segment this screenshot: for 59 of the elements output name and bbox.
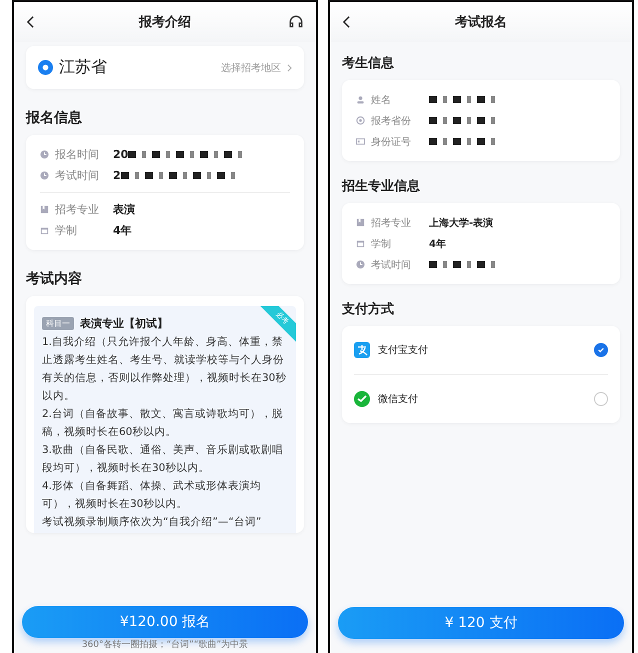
section-title: 招生专业信息 (342, 178, 421, 195)
calendar-icon (40, 226, 49, 235)
radio-button[interactable] (594, 343, 608, 357)
field-label: 学制 (371, 238, 392, 250)
section-title: 考试内容 (26, 270, 83, 288)
requirement-text: 3.歌曲（自备民歌、通俗、美声、音乐剧或歌剧唱段均可），视频时长在30秒以内。 (42, 443, 284, 476)
field-value: 4年 (113, 223, 132, 238)
payment-label: 支付宝支付 (378, 344, 429, 357)
section-title: 考生信息 (342, 55, 395, 72)
field-value: 上海大学-表演 (429, 216, 494, 230)
person-icon (356, 95, 365, 104)
subject-title: 表演专业【初试】 (80, 316, 168, 331)
page-title: 考试报名 (454, 14, 508, 31)
province-card[interactable]: 江苏省 选择招考地区 (26, 46, 304, 89)
clock-icon (356, 260, 365, 269)
field-label: 招考专业 (371, 216, 412, 230)
requirement-text: 考试视频录制顺序依次为“自我介绍”—“台词” (42, 515, 262, 530)
field-value: 4年 (429, 238, 446, 250)
location-icon (38, 60, 53, 75)
section-title: 报名信息 (26, 109, 83, 127)
field-label: 姓名 (371, 94, 392, 106)
payment-option[interactable]: 支付宝支付 (354, 332, 608, 368)
province-name: 江苏省 (59, 57, 108, 78)
back-icon[interactable] (342, 15, 351, 29)
field-label: 考试时间 (55, 168, 100, 183)
field-value: 表演 (113, 202, 135, 217)
requirement-text: 4.形体（自备舞蹈、体操、武术或形体表演均可），视频时长在30秒以内。 (42, 479, 262, 512)
section-title: 支付方式 (342, 300, 395, 318)
headset-icon[interactable] (288, 14, 304, 30)
clock-icon (40, 171, 49, 180)
field-value: 20 (113, 148, 128, 161)
radio-button[interactable] (594, 392, 608, 406)
field-value: 2 (113, 169, 121, 182)
book-icon (356, 218, 365, 227)
payment-app-icon (354, 342, 370, 358)
field-label: 招考专业 (55, 202, 100, 217)
field-label: 报名时间 (55, 147, 100, 162)
requirement-text: 360°各转一圈拍摄；“台词”“歌曲”为中景 (80, 639, 250, 651)
requirement-text: 2.台词（自备故事、散文、寓言或诗歌均可），脱稿，视频时长在60秒以内。 (42, 407, 284, 440)
submit-button[interactable]: ¥120.00 报名 (22, 606, 308, 638)
requirement-text: 1.自我介绍（只允许报个人年龄、身高、体重，禁止透露考生姓名、考生号、就读学校等与个人身份有关的信息，否则以作弊处理），视频时长在30秒以内。 (42, 335, 288, 404)
page-title: 报考介绍 (138, 14, 192, 31)
calendar-icon (356, 239, 365, 248)
check-icon (597, 346, 605, 354)
pin-icon (356, 116, 365, 125)
book-icon (40, 205, 49, 214)
field-label: 报考省份 (371, 114, 412, 128)
submit-button[interactable]: ¥ 120 支付 (338, 607, 624, 639)
idcard-icon (356, 137, 365, 146)
payment-option[interactable]: 微信支付 (354, 381, 608, 417)
payment-label: 微信支付 (378, 392, 419, 406)
chat-app-icon (354, 391, 370, 407)
subject-tag: 科目一 (42, 317, 74, 330)
field-label: 身份证号 (371, 136, 412, 148)
back-icon[interactable] (26, 15, 35, 29)
field-label: 考试时间 (371, 258, 412, 272)
field-label: 学制 (55, 223, 78, 238)
chevron-icon (287, 64, 292, 72)
clock-icon (40, 150, 49, 159)
